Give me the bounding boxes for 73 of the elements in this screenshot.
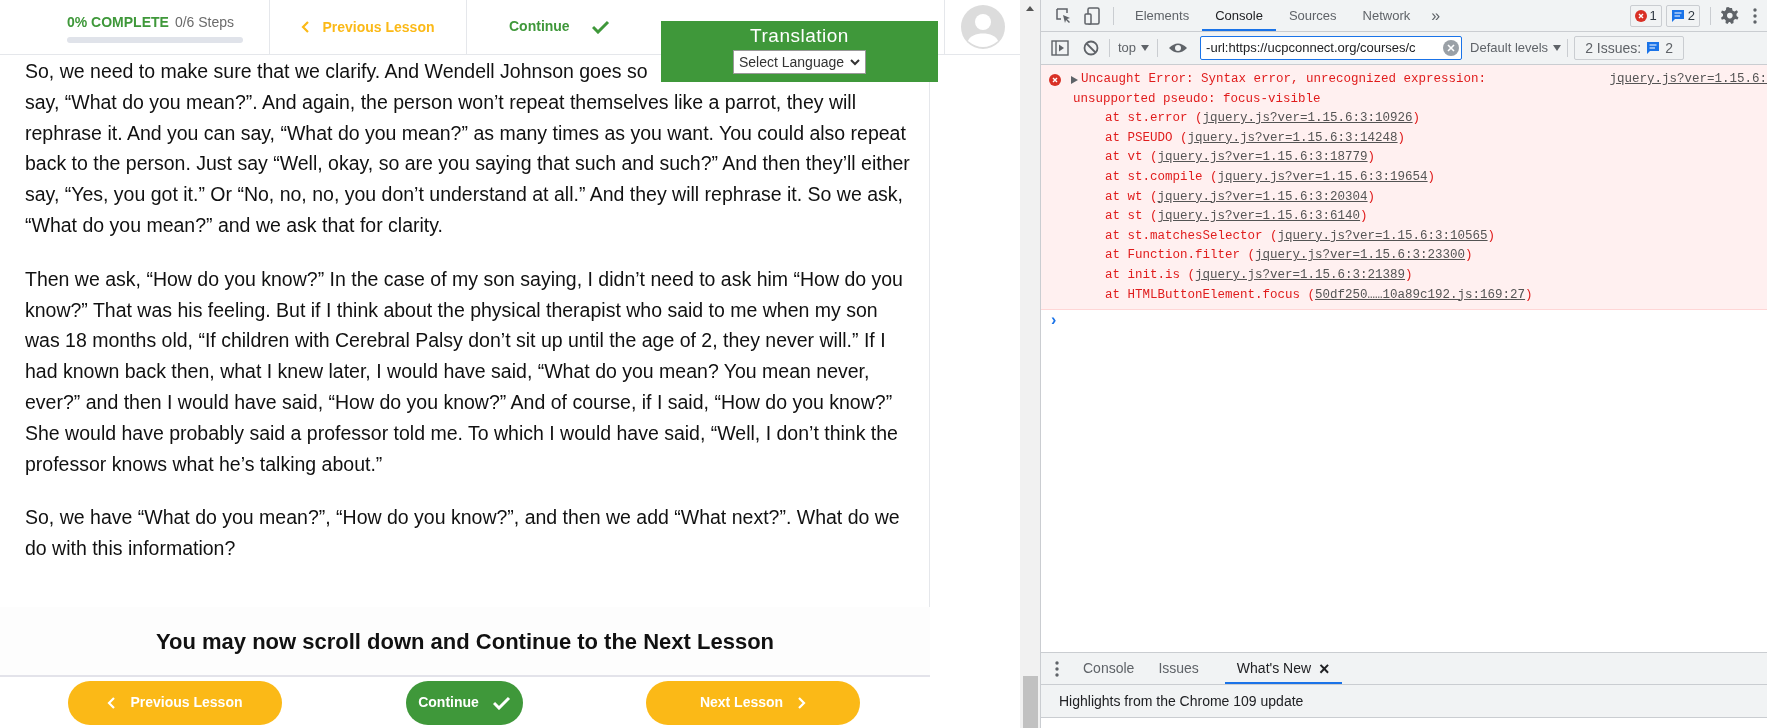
continue-link[interactable]: Continue bbox=[509, 16, 610, 37]
context-dropdown[interactable]: top bbox=[1118, 38, 1150, 58]
article-text: So, we need to make sure that we clarify. And Wendell Johnson goes so bbox=[25, 59, 648, 84]
stack-trace-line: at st.compile (jquery.js?ver=1.15.6:3:19654) bbox=[1104, 168, 1437, 186]
error-count-button[interactable]: 1 bbox=[1629, 4, 1662, 27]
panel-tab[interactable]: Sources bbox=[1275, 0, 1350, 31]
stack-trace-line: at st (jquery.js?ver=1.15.6:3:6140) bbox=[1104, 208, 1369, 226]
message-count-button[interactable]: 2 bbox=[1665, 4, 1700, 27]
filter-input[interactable]: -url:https://ucpconnect.org/courses/c bbox=[1200, 36, 1463, 60]
stack-trace-line: at Function.filter (jquery.js?ver=1.15.6:3:23300) bbox=[1104, 247, 1474, 265]
chevron-right-icon bbox=[797, 696, 807, 709]
dropdown-caret-icon bbox=[1141, 45, 1150, 51]
language-select[interactable]: Select Language bbox=[732, 50, 867, 74]
translation-title: Translation bbox=[750, 24, 849, 48]
inspect-element-icon[interactable] bbox=[1055, 7, 1072, 24]
drawer-tab[interactable]: Issues bbox=[1146, 653, 1211, 684]
panel-tab[interactable]: Elements bbox=[1122, 0, 1203, 31]
close-tab-button[interactable]: × bbox=[1319, 661, 1330, 676]
device-toolbar-icon[interactable] bbox=[1084, 6, 1101, 25]
source-link[interactable]: 50df250……10a89c192.js:169:27 bbox=[1315, 287, 1526, 302]
more-options-icon[interactable] bbox=[1055, 660, 1059, 677]
article-paragraph: Then we ask, “How do you know?” In the case of my son saying, I didn’t need to ask him “How do you know?” That was his feeling. But if I think about the physical therapist who said to me when my son was 18 months old, “If children with Cerebral Palsy don’t sit up until the age of 2, they never will.” If I had known back then, what I knew later, I would have said, “What do you mean? You mean never, ever?” and then I would have said, “How do you know?” And of course, if I said, “How do you know?” She would have probably said a professor told me. To which I would have said, “Well, I don’t think the professor knows what he’s talking about.” bbox=[25, 266, 904, 477]
eye-icon[interactable] bbox=[1168, 41, 1189, 55]
settings-icon[interactable] bbox=[1721, 6, 1739, 25]
article-paragraph: say, “What do you mean?”. And again, the person won’t repeat themselves like a parrot, they will rephrase it. And you can say, “What do you mean?” as many times as you want. You could also repeat back to the person. Just say “Well, okay, so are you saying that such and such?” And then they’ll either say, “Yes, you got it.” Or “No, no, no, you don’t understand at all.” And they will rephrase it. So we ask, “What do you mean?” and we ask that for clarity. bbox=[25, 89, 911, 238]
checkmark-icon bbox=[591, 19, 610, 34]
source-link[interactable]: jquery.js?ver=1.15.6:3:23300 bbox=[1255, 248, 1466, 263]
message-icon bbox=[1646, 41, 1661, 55]
more-tabs-button[interactable]: » bbox=[1423, 0, 1449, 31]
source-link[interactable]: jquery.js?ver=1.15.6: bbox=[1609, 70, 1767, 90]
clear-filter-icon[interactable] bbox=[1443, 40, 1460, 56]
scrollbar-thumb[interactable] bbox=[1022, 676, 1038, 728]
source-link[interactable]: jquery.js?ver=1.15.6:3:18779 bbox=[1157, 150, 1368, 165]
chevron-left-icon bbox=[301, 21, 311, 33]
drawer-tab[interactable]: Console bbox=[1071, 653, 1147, 684]
show-sidebar-icon[interactable] bbox=[1051, 40, 1069, 56]
log-levels-dropdown[interactable]: Default levels bbox=[1470, 38, 1562, 58]
dropdown-caret-icon bbox=[1553, 45, 1562, 51]
dropdown-caret-icon bbox=[850, 58, 861, 66]
banner-text: You may now scroll down and Continue to the Next Lesson bbox=[155, 627, 775, 656]
whats-new-text: Highlights from the Chrome 109 update bbox=[1059, 691, 1304, 711]
panel-tab[interactable]: Network bbox=[1349, 0, 1424, 31]
stack-trace-line: at vt (jquery.js?ver=1.15.6:3:18779) bbox=[1104, 149, 1377, 167]
source-link[interactable]: jquery.js?ver=1.15.6:3:19654 bbox=[1217, 169, 1428, 184]
error-icon bbox=[1049, 73, 1061, 86]
issues-button[interactable]: 2 Issues: 2 bbox=[1574, 36, 1684, 60]
error-icon bbox=[1634, 9, 1647, 22]
continue-button[interactable]: Continue bbox=[406, 680, 523, 725]
checkmark-icon bbox=[492, 695, 511, 710]
source-link[interactable]: jquery.js?ver=1.15.6:3:20304 bbox=[1157, 189, 1368, 204]
stack-trace-line: at HTMLButtonElement.focus (50df250……10a89c192.js:169:27) bbox=[1104, 286, 1534, 304]
error-message: Uncaught Error: Syntax error, unrecognized expression: bbox=[1081, 71, 1487, 88]
expand-triangle-icon[interactable] bbox=[1071, 75, 1078, 84]
stack-trace-line: at st.matchesSelector (jquery.js?ver=1.15.6:3:10565) bbox=[1104, 227, 1497, 245]
message-icon bbox=[1670, 8, 1685, 23]
stack-trace-line: at PSEUDO (jquery.js?ver=1.15.6:3:14248) bbox=[1104, 129, 1407, 147]
clear-console-icon[interactable] bbox=[1083, 40, 1099, 56]
stack-trace-line: at wt (jquery.js?ver=1.15.6:3:20304) bbox=[1104, 188, 1377, 206]
scroll-up-icon[interactable] bbox=[1026, 6, 1034, 11]
error-message: unsupported pseudo: focus-visible bbox=[1072, 90, 1322, 108]
step-count: 0/6 Steps bbox=[174, 13, 235, 32]
more-options-icon[interactable] bbox=[1753, 7, 1757, 24]
article-paragraph: So, we have “What do you mean?”, “How do you know?”, and then we add “What next?”. What do we do with this information? bbox=[25, 505, 901, 562]
stack-trace-line: at st.error (jquery.js?ver=1.15.6:3:10926) bbox=[1104, 110, 1422, 128]
source-link[interactable]: jquery.js?ver=1.15.6:3:21389 bbox=[1195, 267, 1406, 282]
stack-trace-line: at init.is (jquery.js?ver=1.15.6:3:21389) bbox=[1104, 266, 1414, 284]
source-link[interactable]: jquery.js?ver=1.15.6:3:10565 bbox=[1277, 228, 1488, 243]
source-link[interactable]: jquery.js?ver=1.15.6:3:10926 bbox=[1202, 111, 1413, 126]
source-link[interactable]: jquery.js?ver=1.15.6:3:6140 bbox=[1157, 209, 1361, 224]
source-link[interactable]: jquery.js?ver=1.15.6:3:14248 bbox=[1187, 130, 1398, 145]
console-prompt[interactable]: › bbox=[1051, 312, 1057, 329]
progress-label: 0% COMPLETE bbox=[67, 13, 169, 32]
chevron-left-icon bbox=[107, 696, 117, 709]
